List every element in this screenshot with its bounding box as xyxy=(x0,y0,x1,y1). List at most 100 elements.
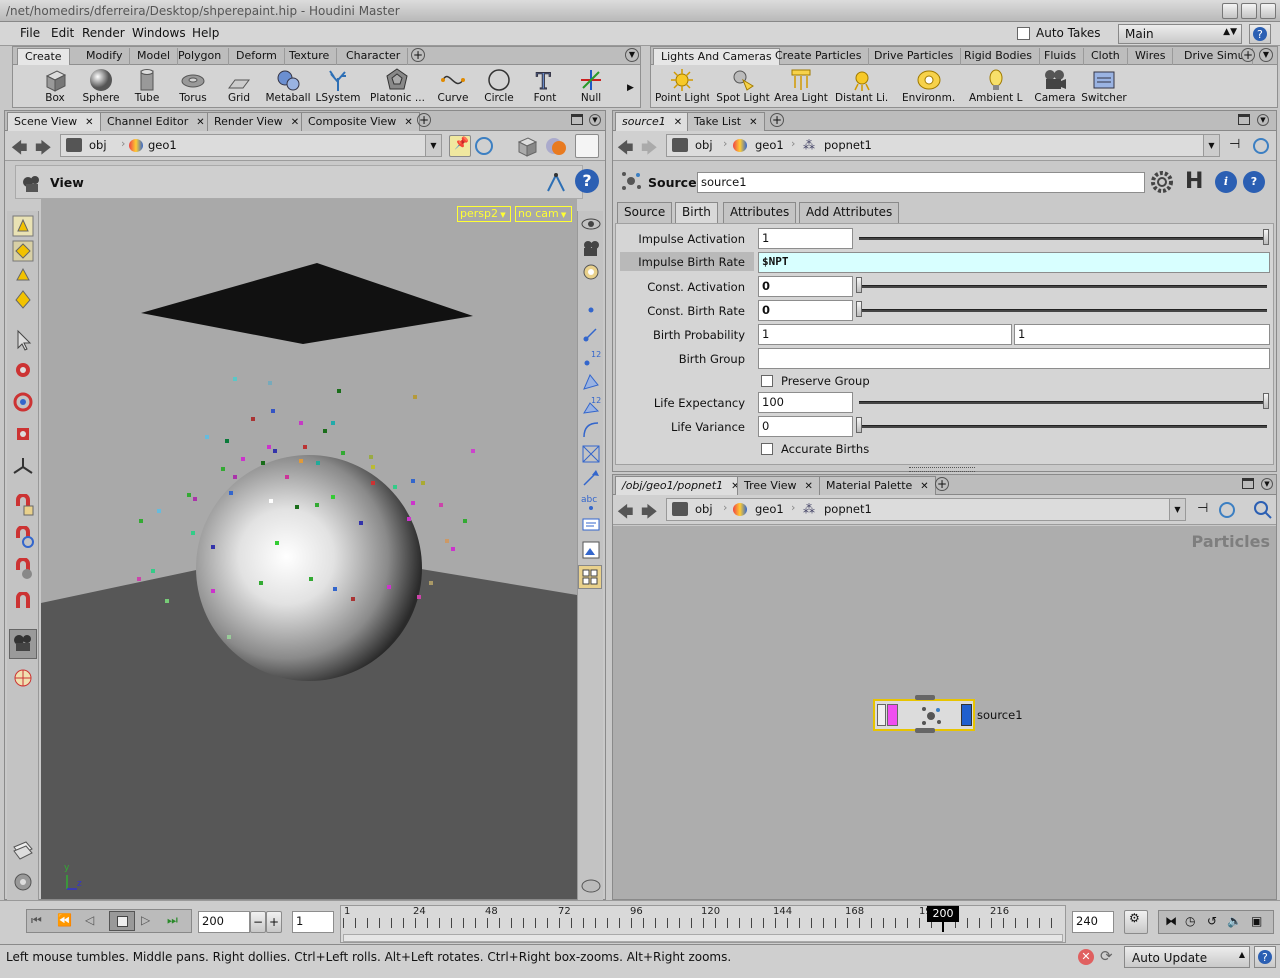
node-display-flag[interactable] xyxy=(961,704,972,726)
tool-area-light[interactable]: Area Light xyxy=(774,67,828,107)
close-tab-icon[interactable]: ✕ xyxy=(805,481,813,492)
path-obj[interactable]: obj xyxy=(695,138,713,152)
camera-key-icon[interactable]: ▣ xyxy=(1251,914,1262,928)
path-obj[interactable]: obj xyxy=(89,138,107,152)
maximize-pane-icon[interactable] xyxy=(571,114,583,125)
gear-icon[interactable] xyxy=(1149,169,1175,195)
current-frame-marker[interactable]: 200 xyxy=(927,906,959,922)
forward-arrow-icon[interactable]: 🡆 xyxy=(641,137,658,164)
3d-viewport[interactable]: y z persp2 ▼ no cam ▼ xyxy=(41,199,577,899)
path-popnet1[interactable]: popnet1 xyxy=(824,138,872,152)
back-arrow-icon[interactable]: 🡄 xyxy=(617,501,634,528)
take-selector[interactable]: Main ▲▼ xyxy=(1118,24,1242,44)
comment-icon[interactable] xyxy=(580,515,602,537)
tab-tree-view[interactable]: Tree View ✕ xyxy=(737,476,820,495)
tool-metaball[interactable]: Metaball xyxy=(261,67,315,107)
camera-view-icon[interactable] xyxy=(580,237,602,259)
vector-icon[interactable] xyxy=(580,467,602,489)
translate-handle-icon[interactable] xyxy=(12,359,34,381)
add-tab-icon[interactable]: + xyxy=(417,113,431,127)
step-forward-icon[interactable]: ⏭ xyxy=(167,913,178,928)
text-attribute-icon[interactable]: abc xyxy=(580,491,602,513)
clock-icon[interactable]: ◷ xyxy=(1185,914,1195,928)
life-variance-field[interactable]: 0 xyxy=(758,416,853,437)
tab-scene-view[interactable]: Scene View ✕ xyxy=(7,112,101,131)
node-output-connector[interactable] xyxy=(915,728,935,733)
const-activation-field[interactable]: 0 xyxy=(758,276,853,297)
pane-menu-icon[interactable]: ▼ xyxy=(1257,114,1269,126)
shelf-tab-polygon[interactable]: Polygon xyxy=(171,48,230,65)
pane-menu-icon[interactable]: ▼ xyxy=(589,114,601,126)
timeline-range-bar[interactable] xyxy=(343,934,1063,942)
tool-platonic[interactable]: Platonic ... xyxy=(370,67,424,107)
close-tab-icon[interactable]: ✕ xyxy=(674,117,682,128)
add-tab-icon[interactable]: + xyxy=(770,113,784,127)
forward-arrow-icon[interactable]: 🡆 xyxy=(35,137,52,164)
audio-button[interactable]: ⚙ xyxy=(1124,910,1148,934)
display-icon[interactable] xyxy=(580,213,602,235)
frame-decrement-button[interactable]: − xyxy=(250,911,266,933)
pin-button[interactable]: 📌 xyxy=(449,135,471,157)
accurate-births-checkbox[interactable] xyxy=(761,443,773,455)
magnet-icon[interactable] xyxy=(12,592,34,614)
shelf-tab-modify[interactable]: Modify xyxy=(79,48,131,65)
magnet-rotate-icon[interactable] xyxy=(12,526,34,548)
shading-icon[interactable] xyxy=(543,134,571,158)
const-birth-rate-slider[interactable] xyxy=(859,309,1267,312)
tool-lsystem[interactable]: LSystem xyxy=(311,67,365,107)
subtab-attributes[interactable]: Attributes xyxy=(723,202,797,223)
refresh-icon[interactable]: ⟳ xyxy=(1100,947,1113,965)
select-edges-icon[interactable] xyxy=(12,240,34,262)
link-icon[interactable] xyxy=(1253,138,1269,154)
error-icon[interactable]: ✕ xyxy=(1078,949,1094,965)
menu-help[interactable]: Help xyxy=(192,26,219,40)
back-arrow-icon[interactable]: 🡄 xyxy=(11,137,28,164)
path-dropdown-icon[interactable]: ▼ xyxy=(425,135,441,156)
frame-increment-button[interactable]: + xyxy=(266,911,282,933)
shelf-scroll-right-icon[interactable]: ▶ xyxy=(627,83,634,93)
tab-composite-view[interactable]: Composite View ✕ xyxy=(301,112,420,131)
current-frame-field[interactable]: 200 xyxy=(198,911,250,933)
point-number-icon[interactable]: 12 xyxy=(580,347,602,369)
life-variance-knob[interactable] xyxy=(856,417,862,433)
impulse-activation-knob[interactable] xyxy=(1263,229,1269,245)
maximize-pane-icon[interactable] xyxy=(1242,478,1254,489)
path-obj[interactable]: obj xyxy=(695,502,713,516)
search-icon[interactable] xyxy=(1253,500,1273,520)
forward-arrow-icon[interactable]: 🡆 xyxy=(641,501,658,528)
select-objects-icon[interactable] xyxy=(12,288,34,310)
shelf-menu-icon[interactable]: ▼ xyxy=(625,48,639,62)
select-primitives-icon[interactable] xyxy=(12,264,34,286)
add-shelf-tab-icon[interactable]: + xyxy=(411,48,425,62)
subtab-source[interactable]: Source xyxy=(617,202,673,223)
impulse-activation-field[interactable]: 1 xyxy=(758,228,853,249)
houdini-h-icon[interactable]: H xyxy=(1185,169,1203,194)
impulse-birth-rate-field[interactable]: $NPT xyxy=(758,252,1270,273)
quad-view-button[interactable] xyxy=(578,565,602,589)
menu-edit[interactable]: Edit xyxy=(51,26,74,40)
network-editor[interactable]: Particles source1 xyxy=(613,526,1276,899)
scale-handle-icon[interactable] xyxy=(12,423,34,445)
node-template-flag[interactable] xyxy=(887,704,898,726)
point-display-icon[interactable] xyxy=(580,299,602,321)
impulse-activation-slider[interactable] xyxy=(859,237,1267,240)
birth-group-field[interactable] xyxy=(758,348,1270,369)
uv-icon[interactable] xyxy=(580,443,602,465)
shelf-tab-cloth[interactable]: Cloth xyxy=(1084,48,1128,65)
tab-take-list[interactable]: Take List ✕ xyxy=(687,112,765,131)
jump-start-icon[interactable]: ⏮ xyxy=(31,913,42,928)
cam-menu[interactable]: no cam ▼ xyxy=(515,206,572,222)
close-window-button[interactable] xyxy=(1260,3,1276,19)
transform-handle-icon[interactable] xyxy=(12,456,34,478)
pane-menu-icon[interactable]: ▼ xyxy=(1261,478,1273,490)
tab-network-popnet1[interactable]: /obj/geo1/popnet1 ✕ xyxy=(615,476,747,495)
pin-icon[interactable]: ⊣ xyxy=(1197,501,1208,516)
shelf-tab-deform[interactable]: Deform xyxy=(229,48,285,65)
menu-windows[interactable]: Windows xyxy=(132,26,186,40)
help-button[interactable]: ? xyxy=(1249,24,1271,44)
node-input-connector[interactable] xyxy=(915,695,935,700)
shelf-tab-texture[interactable]: Texture xyxy=(282,48,338,65)
display-options-icon[interactable] xyxy=(515,134,543,158)
info-icon[interactable]: i xyxy=(1215,171,1237,193)
prim-display-icon[interactable] xyxy=(580,371,602,393)
